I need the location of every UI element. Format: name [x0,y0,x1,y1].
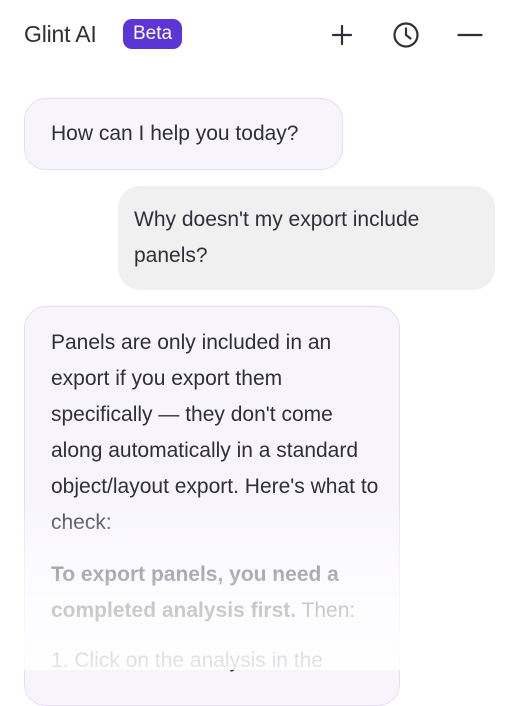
assistant-paragraph: To export panels, you need a completed a… [51,557,379,629]
steps-list: 1. Click on the analysis in the [51,643,379,679]
assistant-message: How can I help you today? [24,98,343,170]
app-title: Glint AI [24,21,97,47]
beta-badge: Beta [123,19,183,49]
minimize-button[interactable] [452,17,488,53]
chat-header: Glint AI Beta [0,0,512,70]
assistant-paragraph: Panels are only included in an export if… [51,331,379,534]
minus-icon [457,33,483,37]
user-message: Why doesn't my export include panels? [118,186,495,290]
assistant-message-text: How can I help you today? [51,122,299,145]
new-chat-button[interactable] [324,17,360,53]
plus-icon [331,24,353,46]
assistant-paragraph-rest: Then: [296,599,356,622]
list-item: 1. Click on the analysis in the [51,649,323,672]
user-message-text: Why doesn't my export include panels? [134,208,420,267]
history-button[interactable] [388,17,424,53]
clock-icon [393,22,419,48]
assistant-message-streaming: Panels are only included in an export if… [24,306,400,706]
